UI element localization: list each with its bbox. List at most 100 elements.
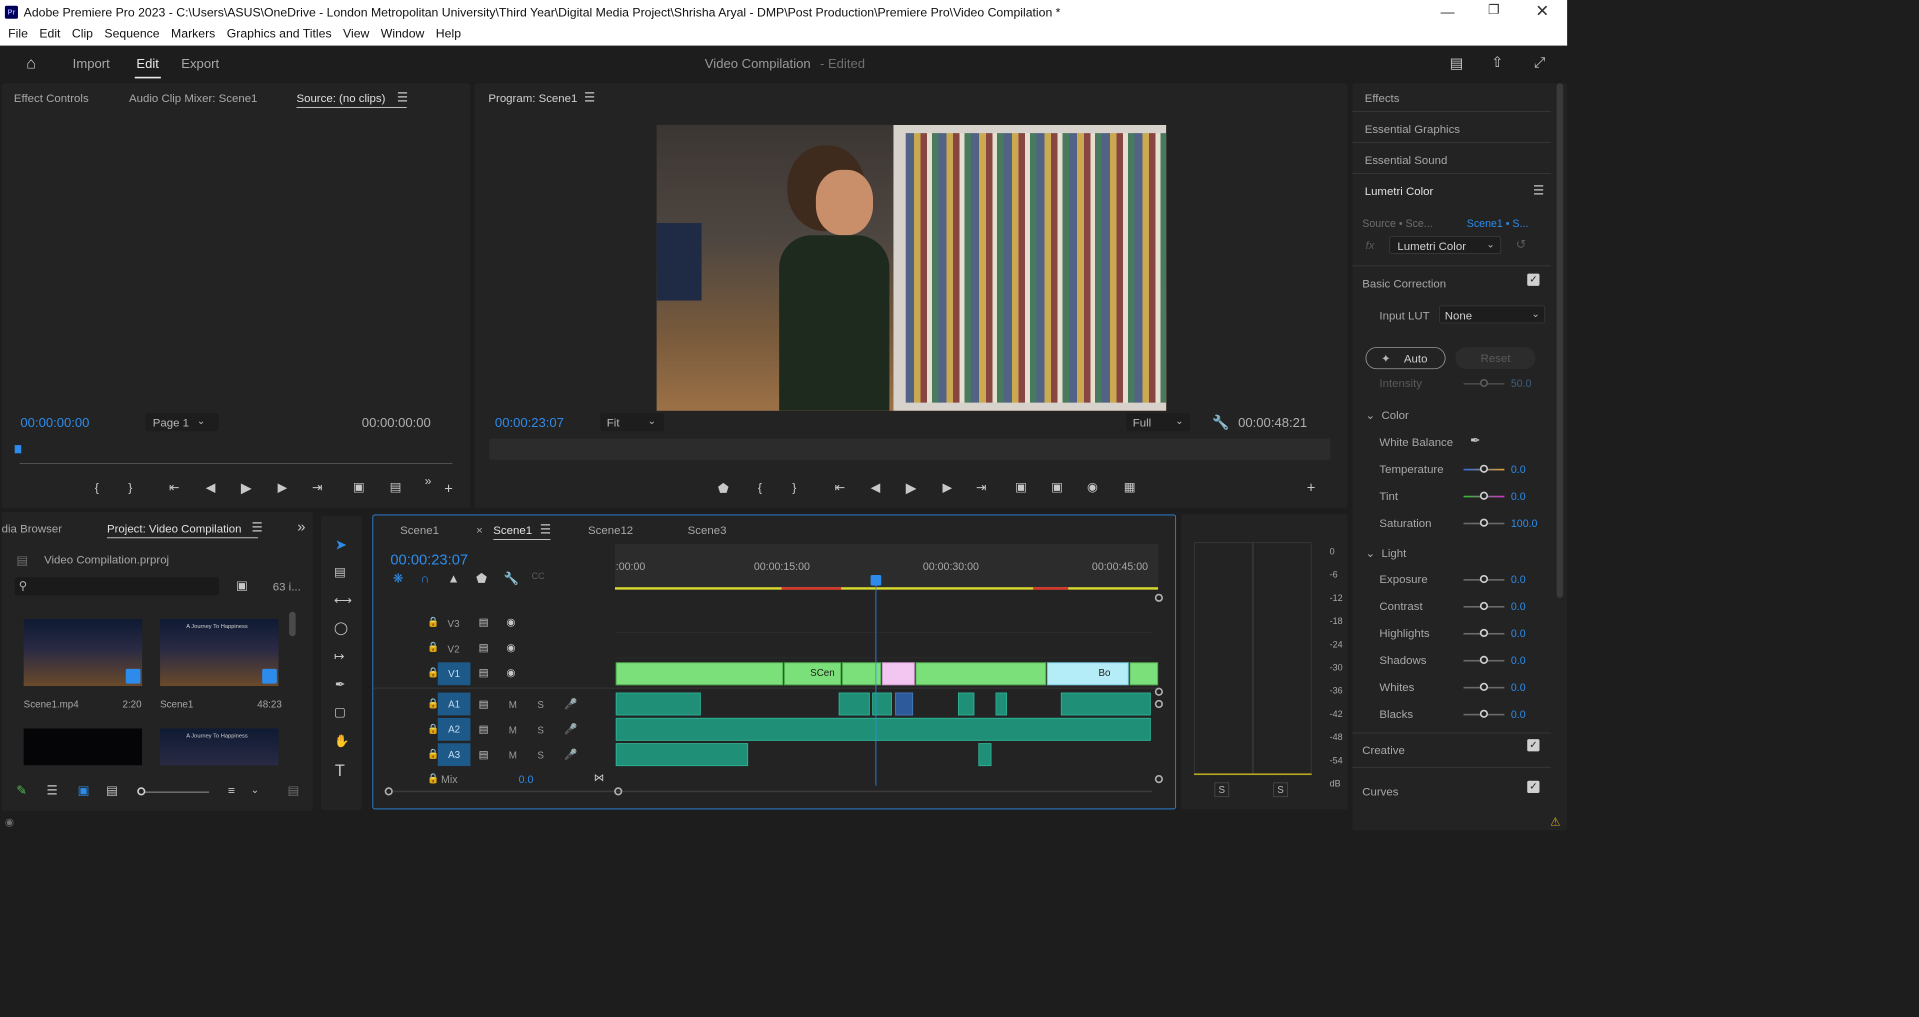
a1-clip-5[interactable]: [957, 692, 975, 716]
sync-lock-icon[interactable]: ▤: [479, 642, 489, 653]
bin-settings-icon[interactable]: ▤: [287, 785, 299, 797]
snap-icon[interactable]: ∩: [421, 573, 430, 585]
go-to-out-icon[interactable]: ⇥: [312, 482, 322, 494]
v1-clip-4[interactable]: [915, 662, 1047, 686]
thumbnail-dark[interactable]: [23, 728, 143, 766]
step-forward-icon[interactable]: ▶: [942, 482, 951, 494]
more-controls-icon[interactable]: »: [425, 475, 432, 487]
add-button-icon[interactable]: +: [444, 481, 453, 496]
menu-markers[interactable]: Markers: [171, 27, 215, 41]
lock-icon[interactable]: 🔒: [427, 773, 439, 783]
freeform-view-icon[interactable]: ▤: [106, 785, 118, 797]
project-scrollbar[interactable]: [289, 611, 296, 637]
eyedropper-icon[interactable]: ✒: [1470, 434, 1480, 446]
work-area-bar[interactable]: [614, 587, 1159, 590]
exposure-knob[interactable]: [1479, 574, 1489, 584]
razor-tool-icon[interactable]: ◯: [334, 622, 348, 634]
sync-lock-icon[interactable]: ▤: [479, 749, 489, 760]
insert-icon[interactable]: ▣: [353, 481, 365, 493]
intensity-value[interactable]: 50.0: [1511, 377, 1532, 389]
mute-a1[interactable]: M: [509, 699, 517, 710]
timeline-scroll-a[interactable]: [1154, 699, 1163, 709]
timeline-hscroll-left[interactable]: [384, 787, 393, 796]
creative-checkbox[interactable]: ✓: [1527, 739, 1540, 752]
solo-a1[interactable]: S: [537, 699, 544, 710]
microphone-icon[interactable]: 🎤: [564, 698, 577, 709]
step-back-icon[interactable]: ◀: [206, 482, 215, 494]
source-timecode[interactable]: 00:00:00:00: [20, 417, 89, 432]
program-video-frame[interactable]: [656, 124, 1167, 411]
a1-clip-1[interactable]: [615, 692, 701, 716]
ripple-edit-tool-icon[interactable]: ⟷: [334, 595, 352, 607]
solo-a2[interactable]: S: [537, 724, 544, 735]
sync-lock-icon[interactable]: ▤: [479, 617, 489, 628]
a1-clip-7[interactable]: [1060, 692, 1151, 716]
tab-source[interactable]: Source: (no clips): [296, 91, 385, 104]
add-button-icon[interactable]: +: [1307, 480, 1316, 495]
minimize-icon[interactable]: —: [1441, 5, 1455, 19]
timeline-scroll-top[interactable]: [1154, 593, 1163, 602]
share-icon[interactable]: ⇧: [1491, 55, 1503, 70]
timeline-playhead-line[interactable]: [875, 585, 877, 786]
timeline-scroll-bottom[interactable]: [1154, 775, 1163, 784]
menu-clip[interactable]: Clip: [72, 27, 93, 41]
camera-icon[interactable]: ◉: [1087, 481, 1098, 493]
mark-in-icon[interactable]: {: [758, 482, 762, 494]
list-view-icon[interactable]: ☰: [47, 785, 58, 797]
track-select-tool-icon[interactable]: ▤: [334, 566, 346, 578]
source-scrubber[interactable]: [19, 463, 453, 464]
lift-icon[interactable]: ▣: [1015, 481, 1027, 493]
v1-clip-pink[interactable]: [882, 662, 915, 686]
quick-export-icon[interactable]: ▤: [1450, 56, 1464, 71]
mark-out-icon[interactable]: }: [792, 482, 796, 494]
extract-icon[interactable]: ▣: [1051, 481, 1063, 493]
eye-icon[interactable]: ◉: [506, 667, 515, 678]
tab-effect-controls[interactable]: Effect Controls: [14, 91, 89, 104]
timeline-tab-scene3[interactable]: Scene3: [688, 524, 727, 537]
lock-icon[interactable]: 🔒: [427, 642, 439, 652]
pencil-icon[interactable]: ✎: [16, 785, 26, 797]
microphone-icon[interactable]: 🎤: [564, 724, 577, 735]
lumetri-scrollbar[interactable]: [1556, 83, 1564, 598]
nest-icon[interactable]: ❋: [393, 573, 403, 585]
zoom-slider[interactable]: [140, 791, 210, 794]
timeline-playhead-handle[interactable]: [870, 574, 882, 586]
sync-lock-icon[interactable]: ▤: [479, 724, 489, 735]
a3-clip-1[interactable]: [615, 743, 749, 767]
track-label-a3[interactable]: A3: [437, 743, 471, 767]
reset-effect-icon[interactable]: ↺: [1516, 238, 1526, 250]
new-bin-icon[interactable]: ▣: [236, 580, 248, 592]
color-section-header[interactable]: ⌄ Color: [1366, 408, 1409, 422]
fit-select[interactable]: Fit ⌄: [600, 413, 664, 432]
sync-lock-icon[interactable]: ▤: [479, 667, 489, 678]
add-marker-icon[interactable]: ⬟: [476, 573, 487, 585]
temperature-knob[interactable]: [1479, 464, 1489, 473]
panel-overflow-icon[interactable]: »: [297, 519, 305, 534]
source-menu-icon[interactable]: ☰: [397, 91, 408, 103]
light-section-header[interactable]: ⌄ Light: [1366, 546, 1407, 560]
project-search-input[interactable]: ⚲: [14, 577, 219, 596]
rectangle-tool-icon[interactable]: ▢: [334, 706, 346, 718]
eye-icon[interactable]: ◉: [506, 642, 515, 653]
timeline-hscroll-track[interactable]: [392, 790, 1153, 793]
panel-essential-graphics[interactable]: Essential Graphics: [1365, 123, 1460, 136]
timeline-menu-icon[interactable]: ☰: [540, 524, 551, 536]
mark-out-icon[interactable]: }: [128, 482, 132, 494]
timeline-scroll-mid[interactable]: [1154, 687, 1163, 696]
solo-left-button[interactable]: S: [1214, 782, 1230, 798]
panel-lumetri-color[interactable]: Lumetri Color: [1365, 185, 1434, 198]
sync-lock-icon[interactable]: ▤: [479, 698, 489, 709]
quality-select[interactable]: Full ⌄: [1126, 413, 1190, 432]
program-menu-icon[interactable]: ☰: [584, 91, 595, 103]
mute-a2[interactable]: M: [509, 724, 517, 735]
step-forward-icon[interactable]: ▶: [278, 482, 287, 494]
icon-view-icon[interactable]: ▣: [78, 785, 90, 797]
mix-value[interactable]: 0.0: [519, 773, 534, 785]
lumetri-menu-icon[interactable]: ☰: [1533, 185, 1544, 197]
program-title[interactable]: Program: Scene1: [488, 91, 577, 104]
blacks-knob[interactable]: [1479, 709, 1489, 718]
tab-project[interactable]: Project: Video Compilation: [107, 522, 242, 535]
lumetri-effect-select[interactable]: Lumetri Color ⌄: [1389, 236, 1502, 254]
timeline-ruler[interactable]: [614, 543, 1159, 589]
timeline-tab-scene1-a[interactable]: Scene1: [400, 524, 439, 537]
